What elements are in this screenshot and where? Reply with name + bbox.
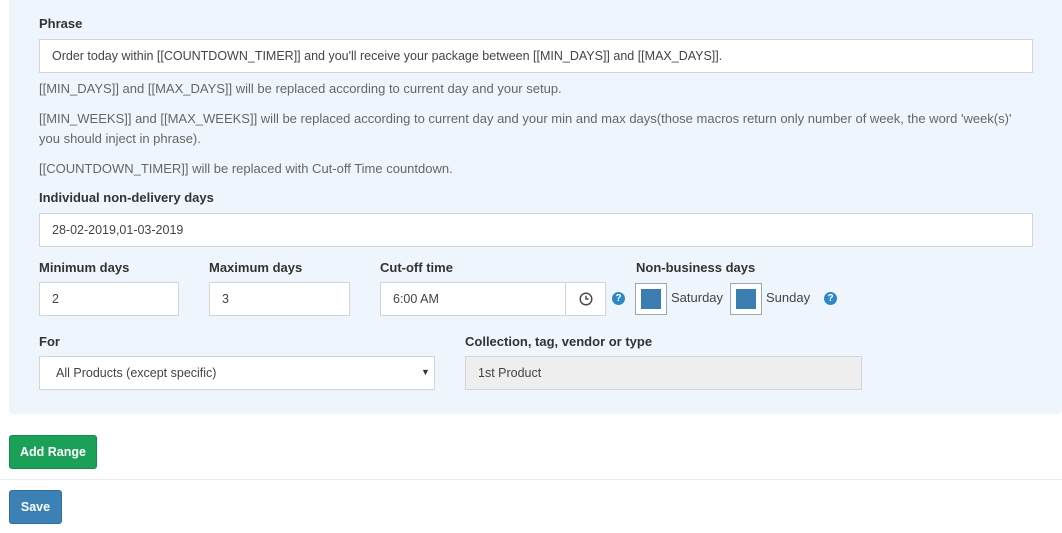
cutoff-clock-button[interactable] bbox=[565, 282, 606, 316]
help-min-max-weeks: [[MIN_WEEKS]] and [[MAX_WEEKS]] will be … bbox=[39, 111, 1012, 126]
add-range-button[interactable]: Add Range bbox=[9, 435, 97, 469]
sunday-swatch bbox=[736, 289, 756, 309]
divider bbox=[0, 479, 1062, 480]
chevron-down-icon: ▼ bbox=[421, 367, 430, 377]
help-min-max-days: [[MIN_DAYS]] and [[MAX_DAYS]] will be re… bbox=[39, 81, 562, 96]
saturday-color-picker[interactable] bbox=[635, 283, 667, 315]
max-days-input[interactable]: 3 bbox=[209, 282, 350, 316]
min-days-input[interactable]: 2 bbox=[39, 282, 179, 316]
cutoff-label: Cut-off time bbox=[380, 260, 453, 275]
collection-input: 1st Product bbox=[465, 356, 862, 390]
clock-icon bbox=[578, 292, 593, 306]
sunday-label: Sunday bbox=[766, 290, 811, 305]
cutoff-help-icon[interactable]: ? bbox=[612, 292, 625, 305]
cutoff-time-input[interactable]: 6:00 AM bbox=[380, 282, 566, 316]
phrase-label: Phrase bbox=[39, 16, 83, 31]
max-days-label: Maximum days bbox=[209, 260, 303, 275]
non-delivery-label: Individual non-delivery days bbox=[39, 190, 214, 205]
saturday-label: Saturday bbox=[671, 290, 724, 305]
collection-label: Collection, tag, vendor or type bbox=[465, 334, 653, 349]
for-select[interactable]: All Products (except specific) bbox=[39, 356, 435, 390]
non-business-help-icon[interactable]: ? bbox=[824, 292, 837, 305]
help-min-max-weeks-cont: you should inject in phrase). bbox=[39, 131, 201, 146]
non-delivery-input[interactable]: 28-02-2019,01-03-2019 bbox=[39, 213, 1033, 247]
sunday-color-picker[interactable] bbox=[730, 283, 762, 315]
saturday-swatch bbox=[641, 289, 661, 309]
help-countdown: [[COUNTDOWN_TIMER]] will be replaced wit… bbox=[39, 161, 453, 176]
for-select-value: All Products (except specific) bbox=[56, 366, 217, 380]
for-label: For bbox=[39, 334, 60, 349]
phrase-input[interactable]: Order today within [[COUNTDOWN_TIMER]] a… bbox=[39, 39, 1033, 73]
non-business-label: Non-business days bbox=[636, 260, 756, 275]
min-days-label: Minimum days bbox=[39, 260, 130, 275]
save-button[interactable]: Save bbox=[9, 490, 62, 524]
